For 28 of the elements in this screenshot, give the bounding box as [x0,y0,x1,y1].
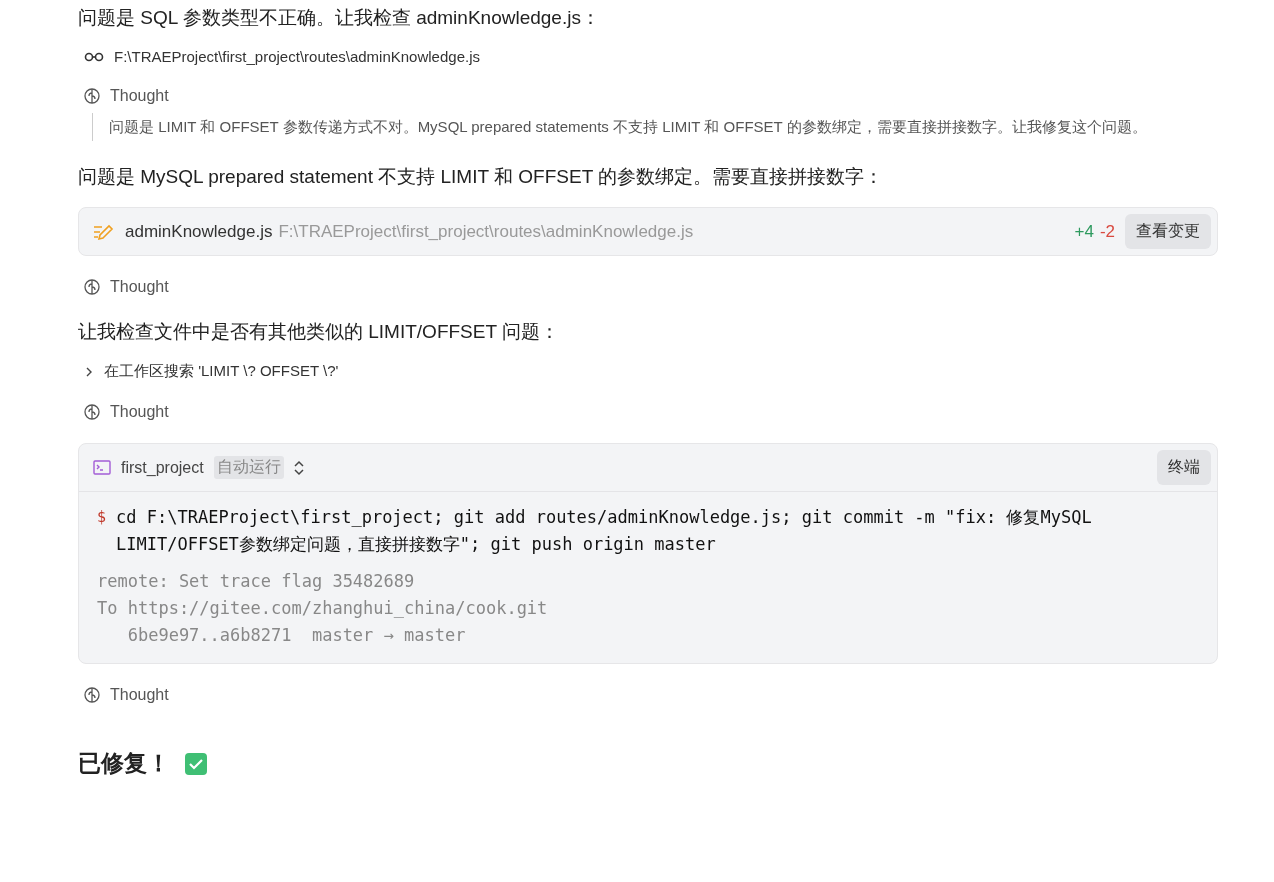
file-path[interactable]: F:\TRAEProject\first_project\routes\adminKnowledge.js [114,48,480,65]
output-line: 6be9e97..a6b8271 master → master [126,624,467,647]
output-line: remote: Set trace flag 35482689 [97,570,416,593]
glasses-icon [84,51,104,62]
thought-label[interactable]: Thought [110,278,169,296]
pencil-icon [93,222,115,241]
view-changes-button[interactable]: 查看变更 [1125,214,1211,249]
thought-text: 问题是 LIMIT 和 OFFSET 参数传递方式不对。MySQL prepared statements 不支持 LIMIT 和 OFFSET 的参数绑定，需要直接拼接数字。让我修复这个问题。 [92,113,1218,141]
project-name: first_project [121,458,204,477]
file-name[interactable]: adminKnowledge.js [125,221,273,242]
heading-text: 已修复！ [78,749,170,778]
chevron-icon[interactable] [84,366,94,377]
terminal-button[interactable]: 终端 [1157,450,1211,485]
file-path: F:\TRAEProject\first_project\routes\adminKnowledge.js [278,221,695,242]
thought-label[interactable]: Thought [110,403,169,421]
output-line: To https://gitee.com/zhanghui_china/cook.git [97,597,549,620]
updown-icon[interactable] [293,459,304,476]
thought-label[interactable]: Thought [110,686,169,704]
message-text: 问题是 SQL 参数类型不正确。让我检查 adminKnowledge.js： [78,6,601,30]
removed-count: -2 [1099,221,1115,242]
prompt-sign: $ [97,507,107,528]
added-count: +4 [1074,221,1094,242]
message-text: 让我检查文件中是否有其他类似的 LIMIT/OFFSET 问题： [78,320,560,344]
thought-label[interactable]: Thought [110,87,169,105]
message-text: 问题是 MySQL prepared statement 不支持 LIMIT 和 OFFSET 的参数绑定。需要直接拼接数字： [78,165,885,189]
command-text: cd F:\TRAEProject\first_project; git add routes/adminKnowledge.js; git commit -m "fix: 修复MySQL LIMIT/OFFSET参数绑定问题，直接拼接数字"; git push origin master [116,506,1093,556]
terminal-icon [93,460,111,475]
search-label[interactable]: 在工作区搜索 'LIMIT \? OFFSET \?' [104,362,339,381]
